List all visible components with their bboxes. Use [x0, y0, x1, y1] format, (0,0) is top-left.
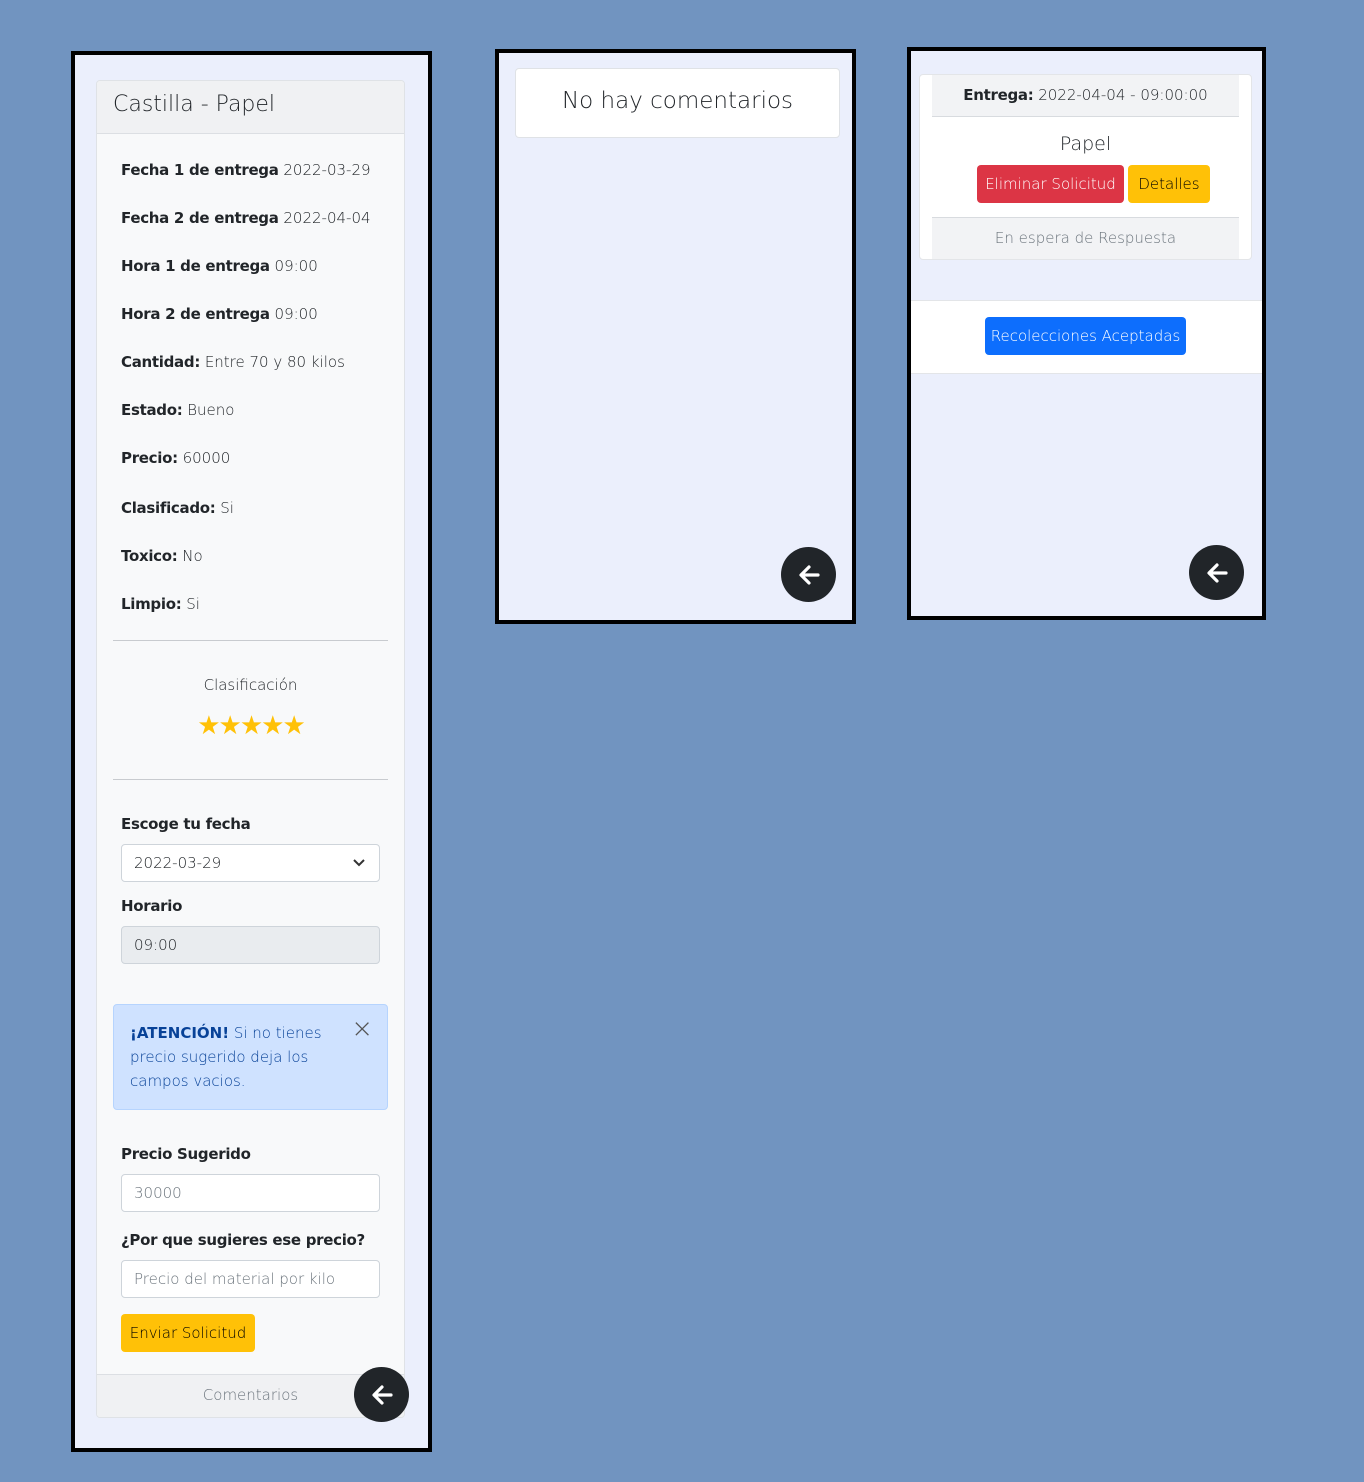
arrow-left-icon [797, 559, 821, 589]
detail-hora-1: Hora 1 de entrega 09:00 [121, 257, 318, 275]
delivery-info: Entrega: 2022-04-04 - 09:00:00 [932, 75, 1239, 117]
date-label: Escoge tu fecha [121, 815, 251, 833]
accepted-bar: Recolecciones Aceptadas [911, 300, 1262, 374]
detail-hora-2: Hora 2 de entrega 09:00 [121, 305, 318, 323]
detail-fecha-2: Fecha 2 de entrega 2022-04-04 [121, 209, 371, 227]
material-title: Papel [1059, 133, 1112, 155]
requests-screen: Entrega: 2022-04-04 - 09:00:00 Papel Eli… [907, 47, 1266, 620]
request-item-card: Entrega: 2022-04-04 - 09:00:00 Papel Eli… [919, 74, 1252, 260]
price-label: Precio Sugerido [121, 1145, 251, 1163]
detail-toxico: Toxico: No [121, 547, 203, 565]
schedule-label: Horario [121, 897, 183, 915]
detail-fecha-1: Fecha 1 de entrega 2022-03-29 [121, 161, 371, 179]
price-input[interactable]: 30000 [121, 1174, 380, 1212]
reason-textarea[interactable]: Precio del material por kilo [121, 1260, 380, 1298]
back-button[interactable] [354, 1367, 409, 1422]
rating-stars: ★★★★★ [197, 711, 306, 741]
detail-limpio: Limpio: Si [121, 595, 200, 613]
comments-screen: No hay comentarios [495, 49, 856, 624]
request-card: Castilla - Papel Fecha 1 de entrega 2022… [96, 80, 405, 1418]
alert-strong: ¡ATENCIÓN! [130, 1024, 230, 1042]
back-button[interactable] [781, 547, 836, 602]
submit-button[interactable]: Enviar Solicitud [121, 1314, 255, 1352]
detail-precio: Precio: 60000 [121, 449, 231, 467]
delete-request-button[interactable]: Eliminar Solicitud [977, 165, 1124, 203]
no-comments-card: No hay comentarios [515, 68, 840, 138]
detail-clasificado: Clasificado: Si [121, 499, 234, 517]
chevron-down-icon [353, 845, 365, 896]
divider [113, 779, 388, 780]
arrow-left-icon [370, 1379, 394, 1409]
accepted-collections-button[interactable]: Recolecciones Aceptadas [985, 317, 1186, 355]
detail-estado: Estado: Bueno [121, 401, 235, 419]
reason-label: ¿Por que sugieres ese precio? [121, 1231, 365, 1249]
back-button[interactable] [1189, 545, 1244, 600]
detail-cantidad: Cantidad: Entre 70 y 80 kilos [121, 353, 345, 371]
card-title: Castilla - Papel [97, 81, 404, 134]
schedule-field: 09:00 [121, 926, 380, 964]
date-select[interactable]: 2022-03-29 [121, 844, 380, 882]
divider [113, 640, 388, 641]
request-form-screen: Castilla - Papel Fecha 1 de entrega 2022… [71, 51, 432, 1452]
status-text: En espera de Respuesta [932, 217, 1239, 259]
attention-alert: ¡ATENCIÓN! Si no tienes precio sugerido … [113, 1004, 388, 1110]
arrow-left-icon [1205, 557, 1229, 587]
details-button[interactable]: Detalles [1128, 165, 1210, 203]
close-icon[interactable]: × [351, 1016, 373, 1042]
rating-label: Clasificación [203, 676, 298, 694]
